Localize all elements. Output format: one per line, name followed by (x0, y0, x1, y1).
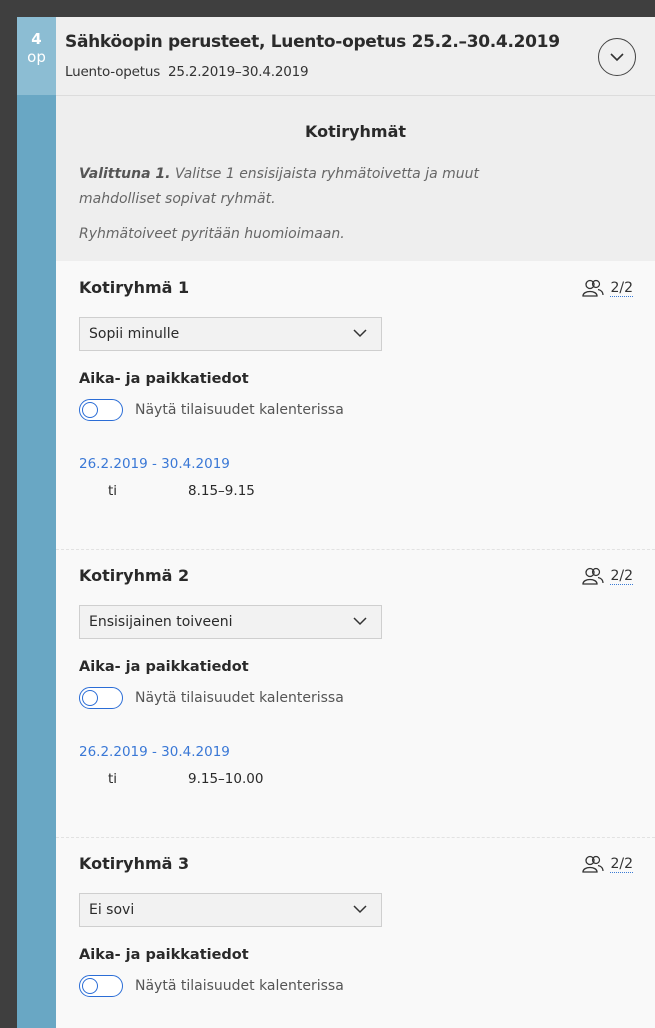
preference-select[interactable]: Sopii minulle (79, 317, 382, 351)
schedule-day: ti (108, 771, 118, 787)
time-location-heading: Aika- ja paikkatiedot (79, 947, 249, 963)
chevron-down-circle-icon (610, 53, 624, 62)
group-count: 2/2 (610, 567, 633, 585)
calendar-toggle[interactable] (79, 687, 123, 709)
preference-select[interactable]: Ensisijainen toiveeni (79, 605, 382, 639)
course-color-strip (17, 17, 56, 1028)
group-divider (56, 837, 655, 838)
schedule-time: 8.15–9.15 (188, 483, 255, 499)
time-location-heading: Aika- ja paikkatiedot (79, 371, 249, 387)
course-panel: 4 op Sähköopin perusteet, Luento-opetus … (17, 17, 655, 1028)
time-location-heading: Aika- ja paikkatiedot (79, 659, 249, 675)
course-subtitle: Luento-opetus 25.2.2019–30.4.2019 (65, 64, 309, 80)
toggle-knob (82, 977, 98, 994)
group-size-indicator[interactable]: 2/2 (582, 855, 633, 873)
course-type: Luento-opetus (65, 64, 161, 80)
calendar-toggle[interactable] (79, 399, 123, 421)
group-count: 2/2 (610, 855, 633, 873)
section-heading: Kotiryhmät (304, 122, 407, 141)
selection-count: Valittuna 1. (79, 166, 171, 182)
group-card-2: Kotiryhmä 2 2/2 Ensisijainen toiveeni Ai… (56, 549, 655, 837)
group-count: 2/2 (610, 279, 633, 297)
group-card-1: Kotiryhmä 1 2/2 Sopii minulle Aika- ja p… (56, 261, 655, 549)
calendar-toggle-label: Näytä tilaisuudet kalenterissa (135, 978, 344, 994)
home-groups-intro: Kotiryhmät Valittuna 1. Valitse 1 ensisi… (56, 96, 655, 261)
users-icon (582, 279, 605, 297)
group-size-indicator[interactable]: 2/2 (582, 279, 633, 297)
chevron-down-icon (353, 905, 367, 914)
chevron-down-icon (353, 329, 367, 338)
preference-value: Ensisijainen toiveeni (89, 614, 233, 630)
users-icon (582, 855, 605, 873)
calendar-toggle-row: Näytä tilaisuudet kalenterissa (79, 399, 344, 421)
schedule-row: ti 9.15–10.00 (108, 771, 263, 787)
group-title: Kotiryhmä 3 (79, 854, 190, 873)
group-divider (56, 549, 655, 550)
chevron-down-icon (353, 617, 367, 626)
group-size-indicator[interactable]: 2/2 (582, 567, 633, 585)
group-date-range: 26.2.2019 - 30.4.2019 (79, 744, 230, 760)
schedule-time: 9.15–10.00 (188, 771, 264, 787)
toggle-knob (82, 401, 98, 418)
credits-unit: op (27, 48, 46, 66)
group-date-range: 26.2.2019 - 30.4.2019 (79, 456, 230, 472)
calendar-toggle-label: Näytä tilaisuudet kalenterissa (135, 690, 344, 706)
users-icon (582, 567, 605, 585)
selection-hint: Valittuna 1. Valitse 1 ensisijaista ryhm… (79, 162, 549, 212)
expand-button[interactable] (598, 38, 636, 76)
calendar-toggle-row: Näytä tilaisuudet kalenterissa (79, 687, 344, 709)
calendar-toggle[interactable] (79, 975, 123, 997)
group-card-3: Kotiryhmä 3 2/2 Ei sovi Aika- ja paikkat… (56, 837, 655, 1028)
group-title: Kotiryhmä 2 (79, 566, 190, 585)
course-header[interactable]: Sähköopin perusteet, Luento-opetus 25.2.… (56, 17, 655, 96)
group-title: Kotiryhmä 1 (79, 278, 190, 297)
course-title: Sähköopin perusteet, Luento-opetus 25.2.… (65, 32, 560, 52)
course-date-range: 25.2.2019–30.4.2019 (168, 64, 309, 80)
calendar-toggle-row: Näytä tilaisuudet kalenterissa (79, 975, 344, 997)
preference-value: Ei sovi (89, 902, 135, 918)
schedule-day: ti (108, 483, 118, 499)
schedule-row: ti 8.15–9.15 (108, 483, 255, 499)
calendar-toggle-label: Näytä tilaisuudet kalenterissa (135, 402, 344, 418)
toggle-knob (82, 689, 98, 706)
preference-note: Ryhmätoiveet pyritään huomioimaan. (79, 226, 345, 242)
preference-select[interactable]: Ei sovi (79, 893, 382, 927)
preference-value: Sopii minulle (89, 326, 180, 342)
credits-badge: 4 op (17, 17, 56, 95)
credits-number: 4 (31, 30, 42, 48)
